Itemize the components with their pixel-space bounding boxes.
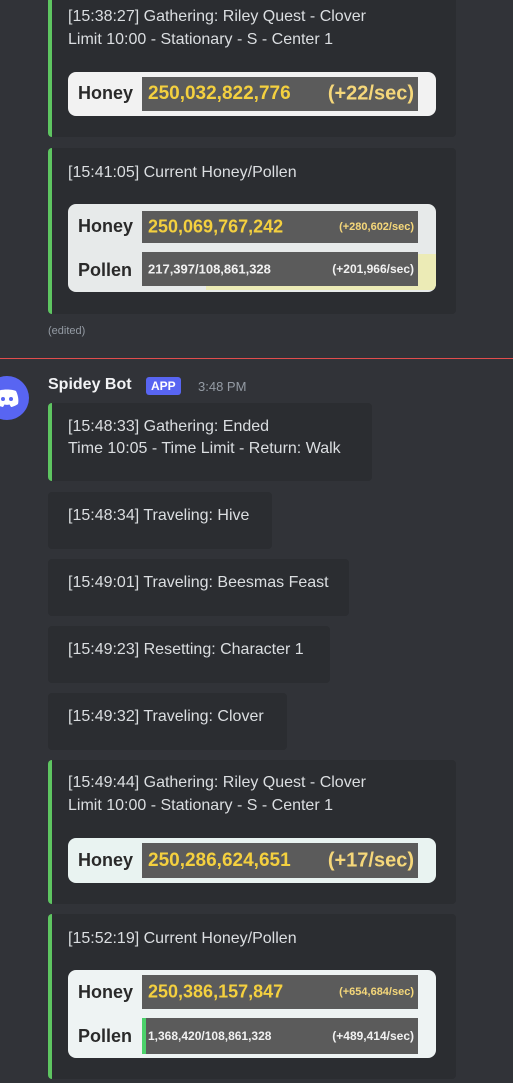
honey-rate: (+22/sec) — [327, 82, 414, 105]
embed-line-2: Limit 10:00 - Stationary - S - Center 1 — [68, 797, 333, 814]
honey-label: Honey — [78, 982, 134, 1002]
honey-rate: (+280,602/sec) — [339, 221, 414, 233]
embed-line-1: [15:49:23] Resetting: Character 1 — [68, 641, 304, 658]
embed-line-1: [15:41:05] Current Honey/Pollen — [68, 164, 297, 181]
honey-value-box: 250,286,624,651 (+17/sec) — [142, 843, 418, 878]
pollen-label: Pollen — [78, 260, 133, 280]
embed-gathering-ended: [15:48:33] Gathering: Ended Time 10:05 -… — [48, 403, 372, 481]
honey-row: Honey 250,386,157,847 (+654,684/sec) — [68, 970, 436, 1014]
honey-stat-bar: Honey 250,286,624,651 (+17/sec) — [68, 838, 436, 883]
embed-line-1: [15:38:27] Gathering: Riley Quest - Clov… — [68, 8, 366, 25]
honey-rate: (+17/sec) — [327, 849, 414, 871]
honey-pollen-panel: Honey 250,386,157,847 (+654,684/sec) Pol… — [68, 970, 436, 1058]
honey-row: Honey 250,069,767,242 (+280,602/sec) — [68, 204, 436, 248]
embed-line-2: Time 10:05 - Time Limit - Return: Walk — [68, 440, 341, 457]
honey-value-box: 250,032,822,776 (+22/sec) — [142, 77, 418, 111]
app-badge: APP — [146, 377, 181, 395]
embed-traveling-clover: [15:49:32] Traveling: Clover — [48, 693, 287, 750]
embed-gathering-2: [15:49:44] Gathering: Riley Quest - Clov… — [48, 760, 456, 904]
honey-label: Honey — [78, 83, 134, 103]
new-messages-divider — [0, 358, 513, 359]
honey-stat-bar: Honey 250,032,822,776 (+22/sec) — [68, 72, 436, 116]
honey-value-box: 250,386,157,847 (+654,684/sec) — [142, 975, 418, 1009]
pollen-rate: (+201,966/sec) — [332, 262, 414, 276]
embed-gathering-1: [15:38:27] Gathering: Riley Quest - Clov… — [48, 0, 456, 137]
embed-line-1: [15:49:32] Traveling: Clover — [68, 708, 264, 725]
embed-resetting-character: [15:49:23] Resetting: Character 1 — [48, 626, 330, 683]
pollen-value-box: 1,368,420/108,861,328 (+489,414/sec) — [146, 1018, 418, 1054]
honey-label: Honey — [78, 850, 134, 870]
author-name[interactable]: Spidey Bot — [48, 376, 132, 394]
embed-line-1: [15:49:01] Traveling: Beesmas Feast — [68, 574, 329, 591]
pollen-label: Pollen — [78, 1026, 133, 1046]
embed-current-honey-pollen-1: [15:41:05] Current Honey/Pollen Honey 25… — [48, 148, 456, 314]
honey-value-box: 250,069,767,242 (+280,602/sec) — [142, 211, 418, 243]
honey-value: 250,069,767,242 — [148, 216, 284, 237]
honey-value: 250,386,157,847 — [148, 981, 284, 1002]
honey-rate: (+654,684/sec) — [339, 986, 414, 998]
pollen-rate: (+489,414/sec) — [332, 1029, 414, 1043]
embed-traveling-beesmas-feast: [15:49:01] Traveling: Beesmas Feast — [48, 559, 349, 616]
embed-line-2: Limit 10:00 - Stationary - S - Center 1 — [68, 31, 333, 48]
honey-value: 250,032,822,776 — [148, 83, 291, 104]
pollen-row: Pollen 1,368,420/108,861,328 (+489,414/s… — [68, 1014, 436, 1058]
discord-logo-icon — [0, 389, 19, 407]
honey-label: Honey — [78, 216, 134, 236]
pollen-value: 217,397/108,861,328 — [148, 261, 271, 277]
avatar[interactable] — [0, 376, 29, 420]
embed-line-1: [15:52:19] Current Honey/Pollen — [68, 930, 297, 947]
edited-label: (edited) — [48, 325, 86, 337]
embed-current-honey-pollen-2: [15:52:19] Current Honey/Pollen Honey 25… — [48, 914, 456, 1079]
message-timestamp[interactable]: 3:48 PM — [198, 379, 246, 394]
embed-traveling-hive: [15:48:34] Traveling: Hive — [48, 492, 272, 549]
honey-value: 250,286,624,651 — [148, 849, 291, 871]
embed-line-1: [15:48:34] Traveling: Hive — [68, 507, 250, 524]
embed-line-1: [15:48:33] Gathering: Ended — [68, 418, 270, 435]
honey-pollen-panel: Honey 250,069,767,242 (+280,602/sec) Pol… — [68, 204, 436, 292]
pollen-row: Pollen 217,397/108,861,328 (+201,966/sec… — [68, 248, 436, 292]
pollen-value-box: 217,397/108,861,328 (+201,966/sec) — [142, 252, 418, 286]
pollen-value: 1,368,420/108,861,328 — [148, 1029, 272, 1043]
embed-line-1: [15:49:44] Gathering: Riley Quest - Clov… — [68, 774, 366, 791]
